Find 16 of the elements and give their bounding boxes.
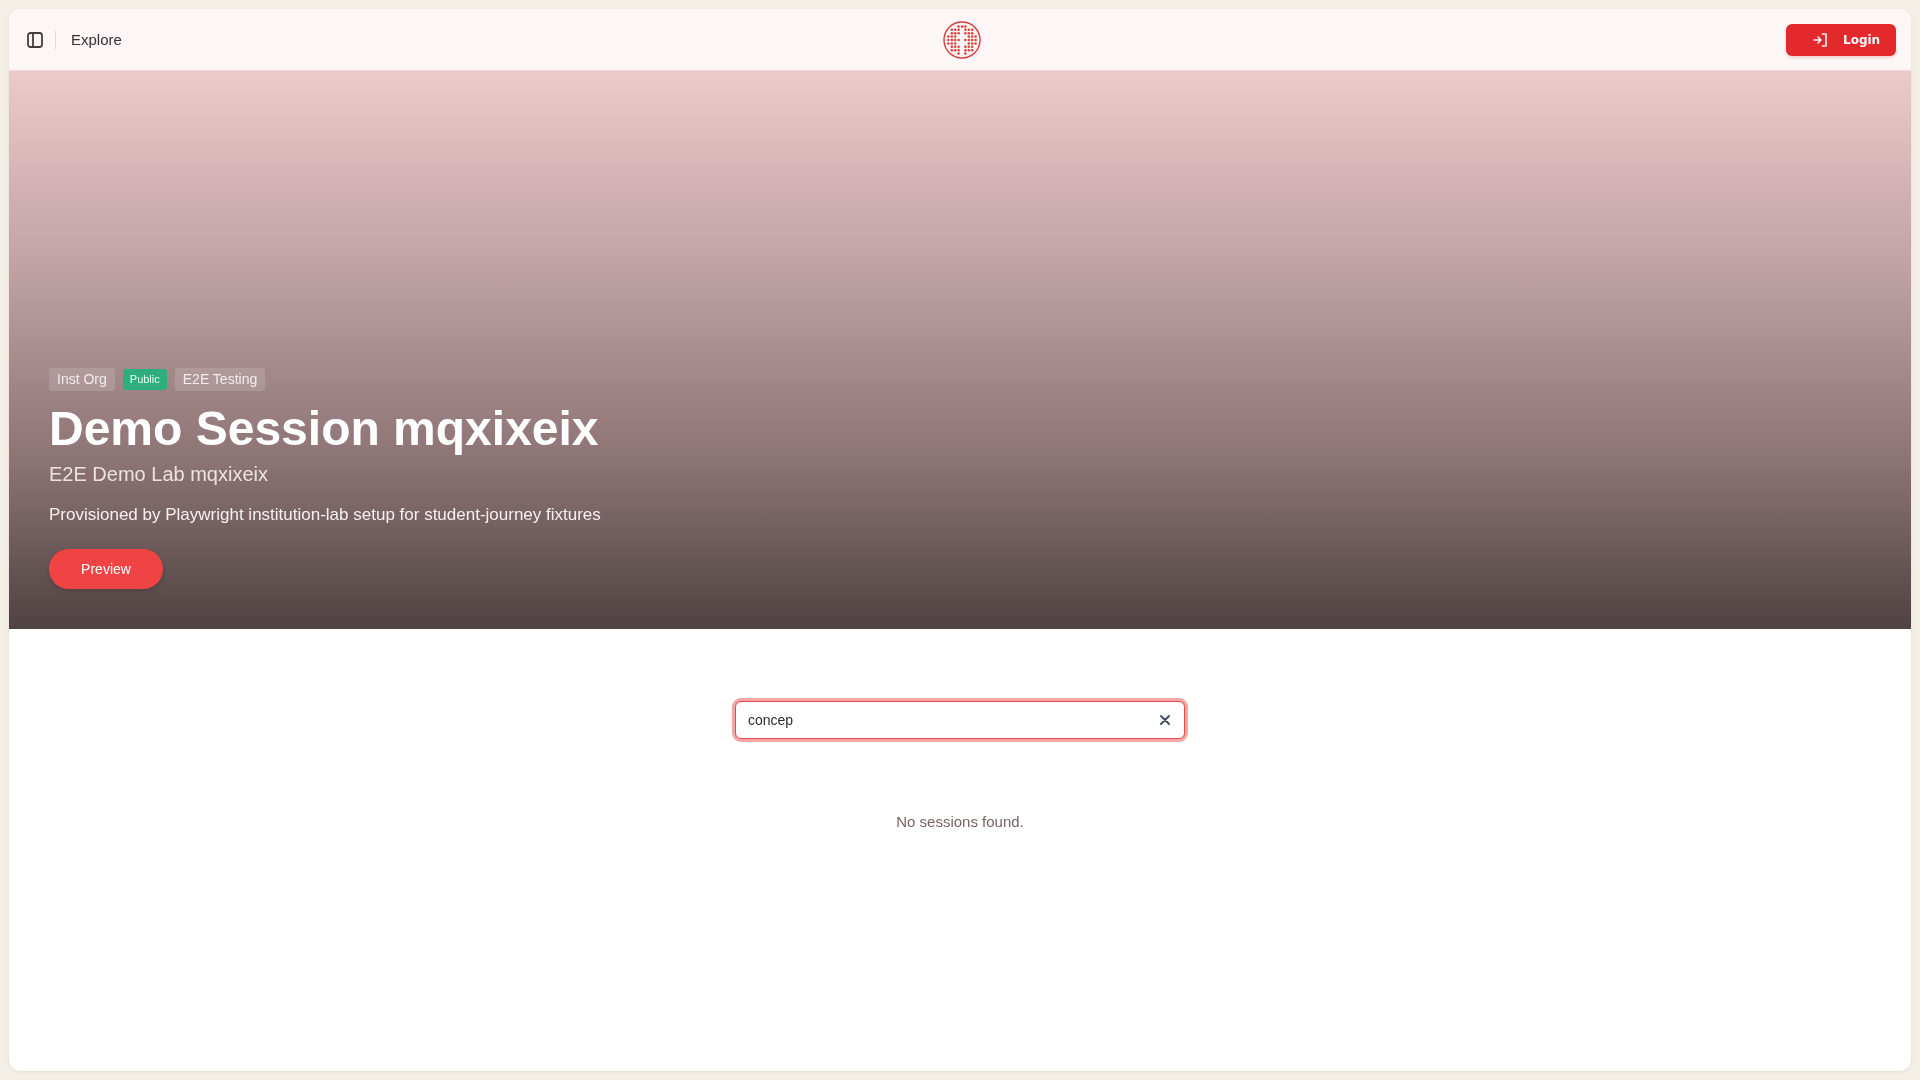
session-title: Demo Session mqxixeix — [49, 401, 599, 457]
session-description: Provisioned by Playwright institution-lab setup for student-journey fixtures — [49, 504, 601, 526]
login-button[interactable]: Login — [1786, 23, 1896, 56]
page-title: Explore — [71, 31, 122, 48]
close-icon — [1160, 715, 1170, 725]
dotted-circle-logo[interactable] — [942, 20, 981, 59]
visibility-badge: Public — [122, 369, 167, 390]
clear-button[interactable] — [1160, 715, 1170, 725]
sign-in-icon — [1813, 32, 1827, 47]
tag: E2E Testing — [174, 368, 266, 391]
tag: Inst Org — [49, 368, 115, 391]
empty-message: No sessions found. — [896, 813, 1024, 830]
lab-name: E2E Demo Lab mqxixeix — [49, 462, 268, 487]
sidebar-toggle-icon[interactable] — [27, 31, 43, 48]
search-field[interactable]: concep — [735, 701, 1185, 739]
preview-button[interactable]: Preview — [49, 549, 163, 589]
